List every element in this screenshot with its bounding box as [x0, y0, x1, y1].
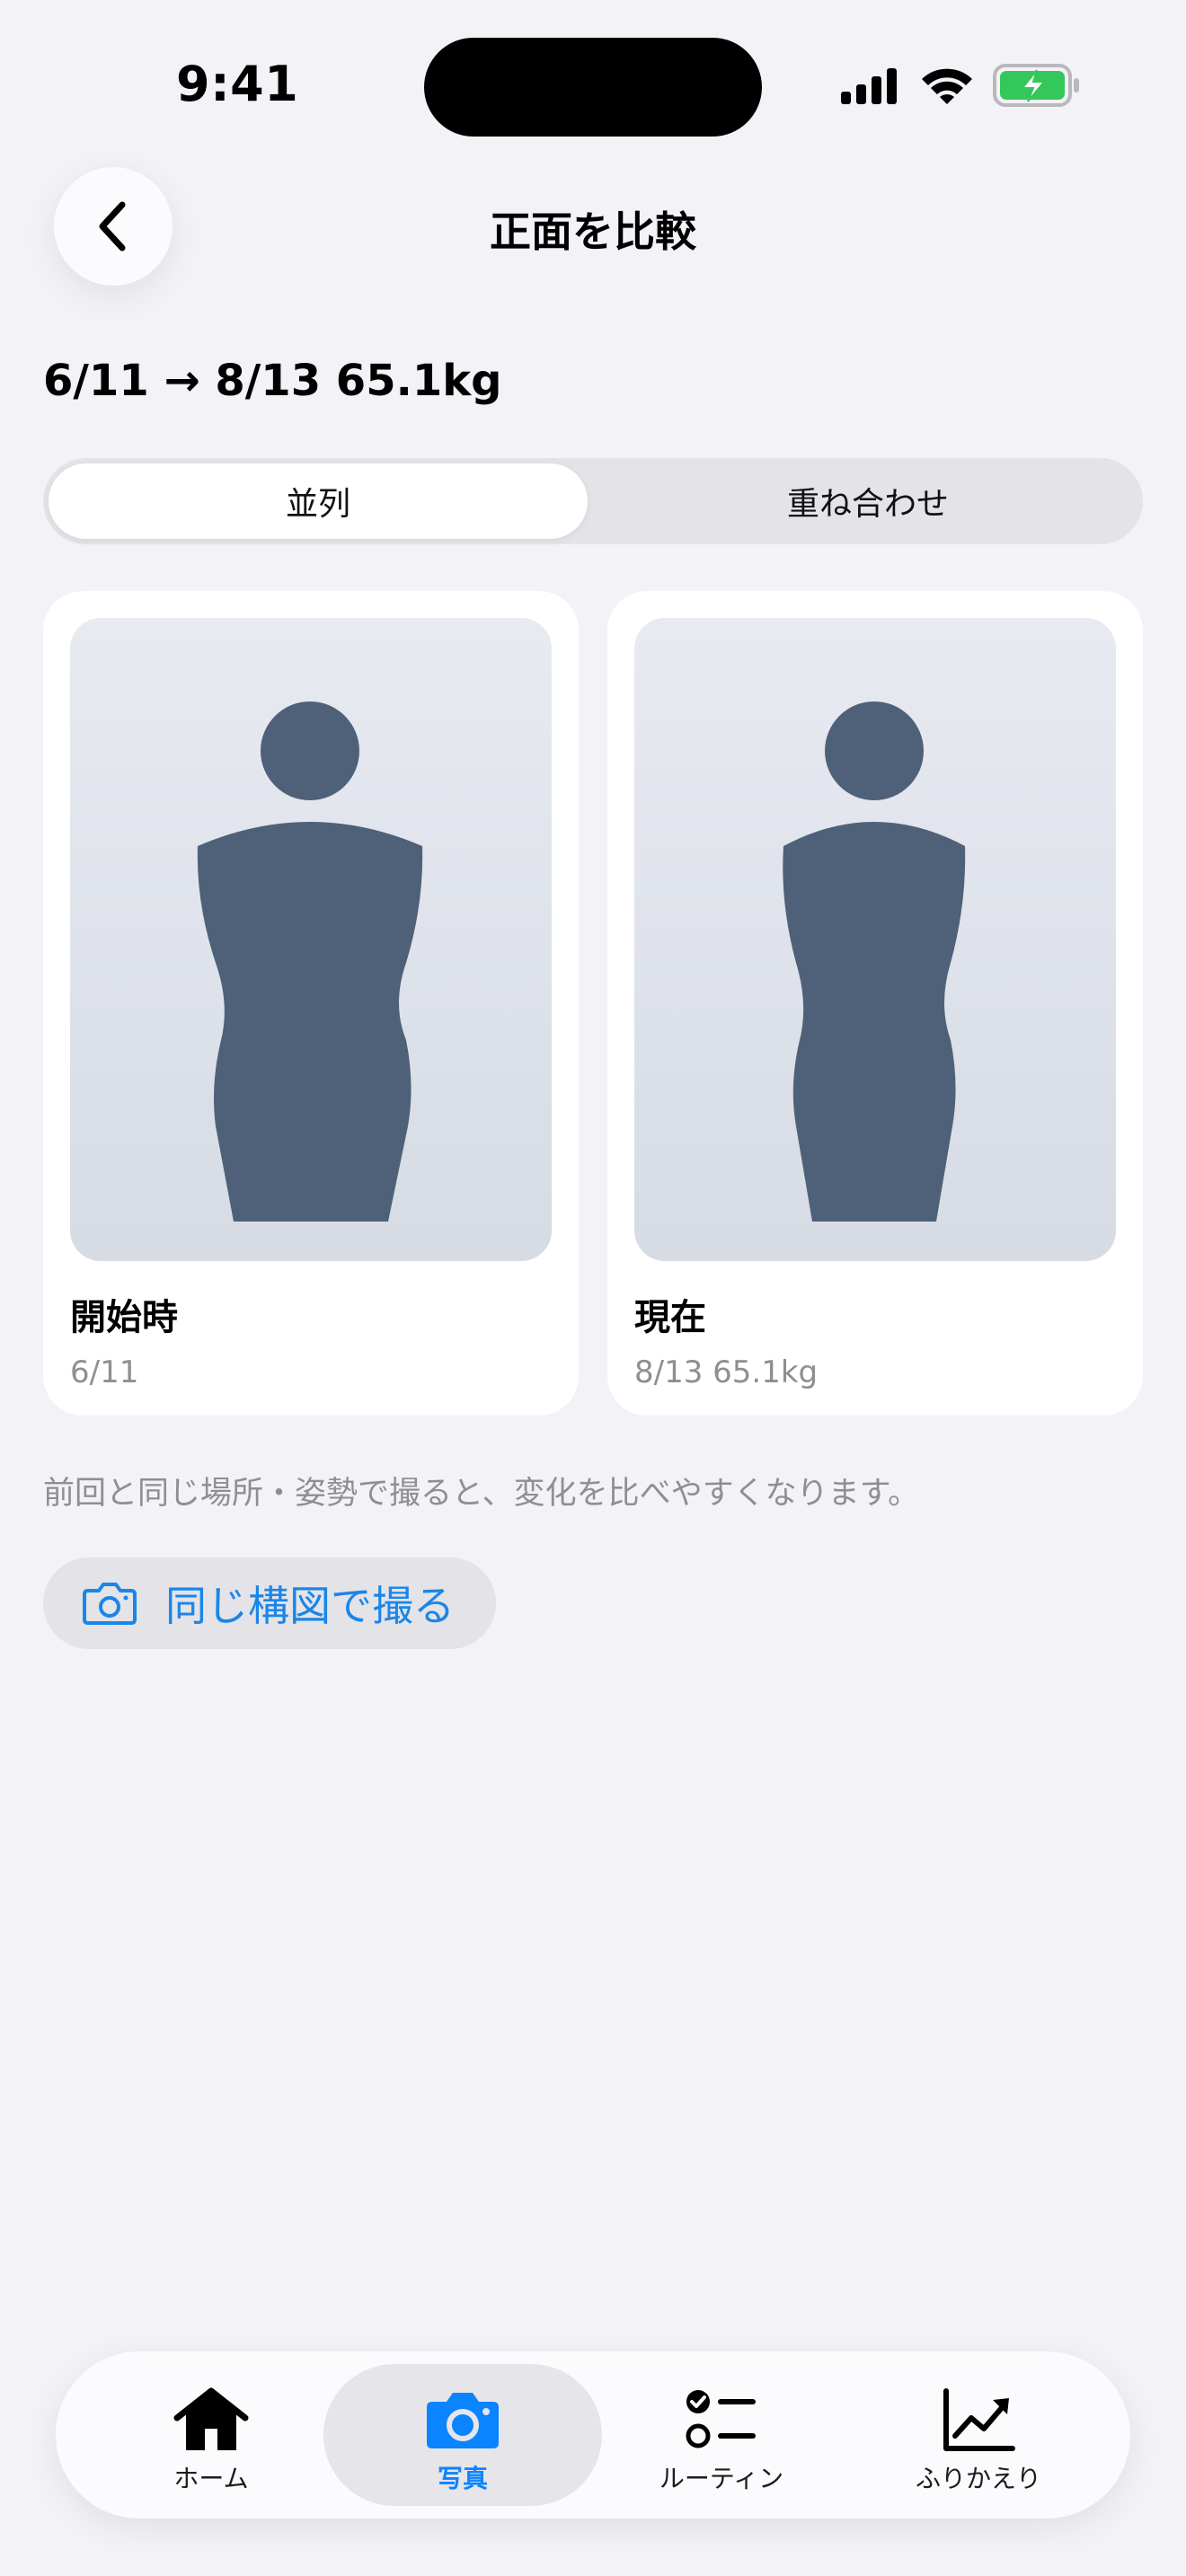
chart-up-icon — [943, 2388, 1015, 2451]
view-mode-segmented-control: 並列 重ね合わせ — [43, 458, 1143, 544]
current-photo — [634, 618, 1116, 1261]
before-photo — [70, 618, 552, 1261]
status-time: 9:41 — [176, 56, 299, 112]
current-label: 現在 — [634, 1297, 706, 1338]
tab-review-label: ふりかえり — [915, 2464, 1041, 2493]
tab-routine-label: ルーティン — [659, 2464, 784, 2493]
tab-home[interactable]: ホーム — [72, 2364, 350, 2506]
tab-bar: ホーム 写真 ルーティン ふりかえり — [56, 2351, 1130, 2519]
camera-icon — [83, 1583, 137, 1625]
tab-photos[interactable]: 写真 — [323, 2364, 602, 2506]
tab-photos-label: 写真 — [437, 2464, 488, 2493]
segment-side-by-side[interactable]: 並列 — [49, 463, 588, 539]
page-title: 正面を比較 — [490, 207, 696, 256]
before-label: 開始時 — [70, 1297, 178, 1338]
body-silhouette-icon — [197, 701, 423, 1222]
before-photo-card[interactable]: 開始時 6/11 — [43, 591, 579, 1416]
before-date: 6/11 — [70, 1354, 139, 1390]
cellular-signal-icon — [841, 68, 897, 104]
segment-overlay[interactable]: 重ね合わせ — [598, 463, 1137, 539]
dynamic-island — [424, 38, 762, 137]
house-icon — [173, 2387, 249, 2450]
tab-home-label: ホーム — [173, 2464, 249, 2493]
current-date-weight: 8/13 65.1kg — [634, 1354, 819, 1390]
photo-compare-screen: 9:41 正面を比較 6/11 → 8/13 65.1kg 並列 重ね合わせ 開… — [0, 0, 1186, 2576]
checklist-icon — [686, 2390, 756, 2448]
battery-icon — [993, 64, 1079, 107]
hint-text: 前回と同じ場所・姿勢で撮ると、変化を比べやすくなります。 — [43, 1476, 920, 1512]
comparison-summary: 6/11 → 8/13 65.1kg — [43, 356, 502, 406]
camera-icon — [427, 2393, 499, 2448]
tab-review[interactable]: ふりかえり — [839, 2364, 1118, 2506]
wifi-icon — [922, 68, 972, 104]
retake-button-label: 同じ構図で撮る — [165, 1582, 455, 1630]
tab-routine[interactable]: ルーティン — [582, 2364, 861, 2506]
retake-same-composition-button[interactable]: 同じ構図で撮る — [43, 1557, 496, 1649]
current-photo-card[interactable]: 現在 8/13 65.1kg — [607, 591, 1143, 1416]
body-silhouette-icon — [783, 701, 966, 1222]
